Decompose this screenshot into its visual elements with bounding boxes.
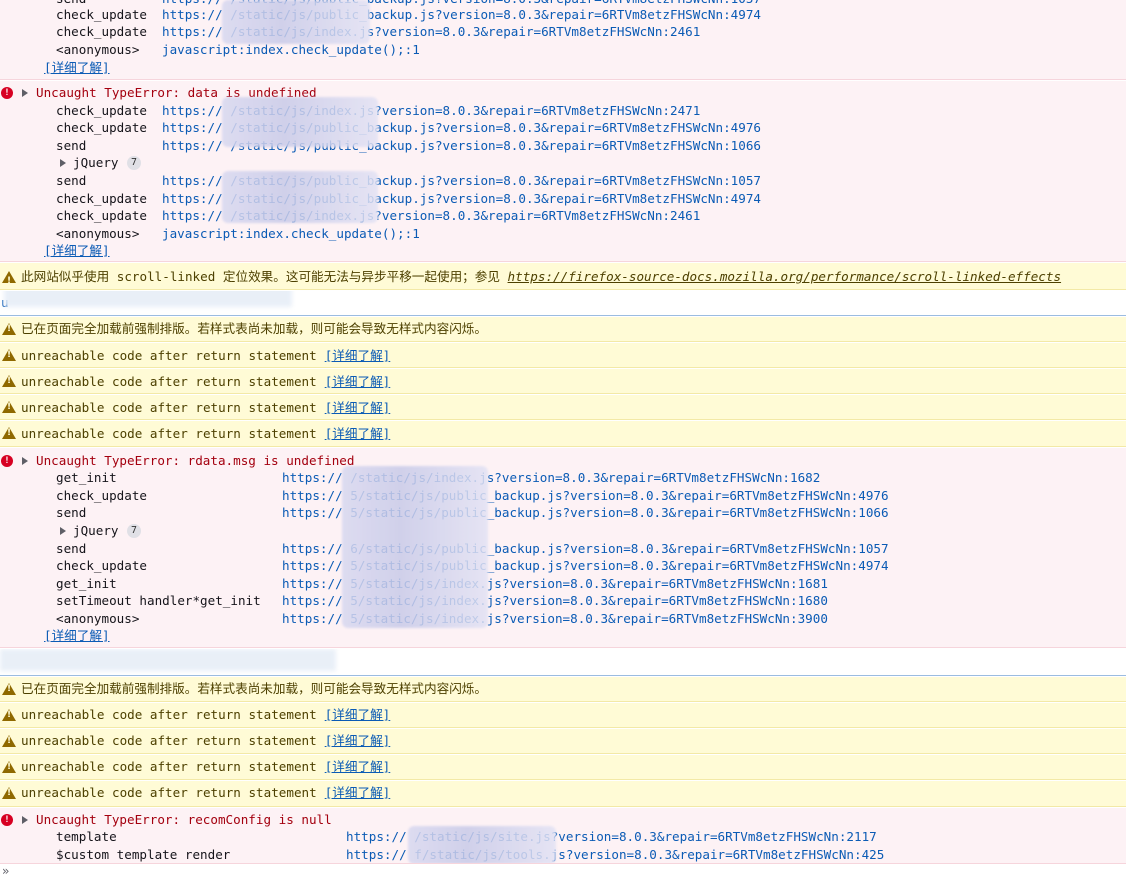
stack-fn: send [56,173,87,188]
stack-fn: setTimeout handler*get_init [56,593,261,608]
warning-row[interactable]: unreachable code after return statement [… [0,703,1126,728]
stack-fn: check_update [56,103,147,118]
warning-icon [2,709,16,721]
stack-fn: check_update [56,208,147,223]
group-label: jQuery [73,523,119,538]
scroll-linked-warning[interactable]: 此网站似乎使用 scroll-linked 定位效果。这可能无法与异步平移一起使… [0,263,1126,290]
info-log-line [0,649,1126,676]
info-log-line: u [0,291,1126,316]
warning-icon [2,323,16,335]
warning-message: unreachable code after return statement [21,374,317,389]
stack-fn: send [56,541,87,556]
error-icon: ! [1,87,13,99]
error-message: Uncaught TypeError: recomConfig is null [36,812,332,827]
warning-icon [2,271,16,289]
warning-icon [2,401,16,413]
learn-more-link[interactable]: [详细了解] [325,426,391,441]
warning-message: unreachable code after return statement [21,426,317,441]
learn-more-link[interactable]: [详细了解] [325,348,391,363]
warning-icon [2,735,16,747]
scroll-linked-docs-link[interactable]: https://firefox-source-docs.mozilla.org/… [508,269,1062,284]
warning-row[interactable]: unreachable code after return statement [… [0,421,1126,447]
error-message-block[interactable]: ! Uncaught TypeError: data is undefined … [0,81,1126,262]
error-message-block[interactable]: ! Uncaught TypeError: rdata.msg is undef… [0,448,1126,648]
stack-fn: template [56,829,117,844]
console-input-prompt-icon[interactable]: » [2,864,9,878]
warning-icon [2,761,16,773]
learn-more-link[interactable]: [详细了解] [44,627,110,645]
warning-message: unreachable code after return statement [21,707,317,722]
warning-row[interactable]: unreachable code after return statement [… [0,369,1126,394]
stack-fn: get_init [56,470,117,485]
stack-fn: send [56,138,87,153]
warning-row[interactable]: 已在页面完全加载前强制排版。若样式表尚未加载，则可能会导致无样式内容闪烁。 [0,317,1126,342]
error-icon: ! [1,455,13,467]
stack-fn: check_update [56,558,147,573]
learn-more-link[interactable]: [详细了解] [325,733,391,748]
stack-fn: <anonymous> [56,611,140,626]
learn-more-link[interactable]: [详细了解] [325,759,391,774]
error-message-block[interactable]: ! Uncaught TypeError: recomConfig is nul… [0,808,1126,864]
stack-fn: <anonymous> [56,226,140,241]
stack-fn: check_update [56,191,147,206]
expand-twisty-icon[interactable] [22,89,28,97]
group-label: jQuery [73,155,119,170]
group-count-badge: 7 [127,156,141,170]
learn-more-link[interactable]: [详细了解] [325,785,391,800]
redaction-blur [222,97,378,147]
group-twisty-icon[interactable] [60,159,66,167]
warning-row[interactable]: unreachable code after return statement [… [0,343,1126,368]
warning-row[interactable]: 已在页面完全加载前强制排版。若样式表尚未加载，则可能会导致无样式内容闪烁。 [0,677,1126,702]
stack-group-jquery[interactable]: jQuery 7 [0,154,200,172]
stack-fn: $custom template render [56,847,231,862]
warning-message: unreachable code after return statement [21,759,317,774]
warning-message: unreachable code after return statement [21,785,317,800]
warning-icon [2,683,16,695]
warning-icon [2,427,16,439]
learn-more-link[interactable]: [详细了解] [325,374,391,389]
warning-message: 此网站似乎使用 scroll-linked 定位效果。这可能无法与异步平移一起使… [21,269,500,284]
redaction-blur [4,291,292,307]
stack-fn: get_init [56,576,117,591]
stack-fn: check_update [56,7,147,22]
stack-fn: <anonymous> [56,42,140,57]
stack-fn: check_update [56,488,147,503]
redaction-blur [408,826,556,863]
stack-fn: check_update [56,24,147,39]
warning-message: 已在页面完全加载前强制排版。若样式表尚未加载，则可能会导致无样式内容闪烁。 [21,681,487,696]
group-count-badge: 7 [127,524,141,538]
error-stack-top: send https:// /static/js/public_backup.j… [0,0,1126,80]
stack-fn: send [56,505,87,520]
warning-message: 已在页面完全加载前强制排版。若样式表尚未加载，则可能会导致无样式内容闪烁。 [21,321,487,336]
error-icon: ! [1,814,13,826]
stack-url[interactable]: javascript:index.check_update();:1 [162,225,420,243]
warning-message: unreachable code after return statement [21,733,317,748]
warning-message-line: 此网站似乎使用 scroll-linked 定位效果。这可能无法与异步平移一起使… [21,268,1061,286]
error-message: Uncaught TypeError: rdata.msg is undefin… [36,453,355,468]
group-twisty-icon[interactable] [60,527,66,535]
learn-more-link[interactable]: [详细了解] [44,59,110,77]
redaction-blur [222,0,370,44]
learn-more-link[interactable]: [详细了解] [325,707,391,722]
learn-more-link[interactable]: [详细了解] [44,242,110,260]
warning-row[interactable]: unreachable code after return statement [… [0,395,1126,420]
expand-twisty-icon[interactable] [22,457,28,465]
warning-message: unreachable code after return statement [21,348,317,363]
learn-more-link[interactable]: [详细了解] [325,400,391,415]
warning-icon [2,375,16,387]
warning-row[interactable]: unreachable code after return statement [… [0,729,1126,754]
redaction-blur [0,649,336,671]
redaction-blur [342,466,488,628]
warning-row[interactable]: unreachable code after return statement [… [0,781,1126,807]
redaction-blur [222,171,378,223]
warning-row[interactable]: unreachable code after return statement [… [0,755,1126,780]
stack-group-jquery[interactable]: jQuery 7 [0,522,200,540]
stack-fn: check_update [56,120,147,135]
warning-icon [2,787,16,799]
warning-message: unreachable code after return statement [21,400,317,415]
warning-icon [2,349,16,361]
expand-twisty-icon[interactable] [22,816,28,824]
